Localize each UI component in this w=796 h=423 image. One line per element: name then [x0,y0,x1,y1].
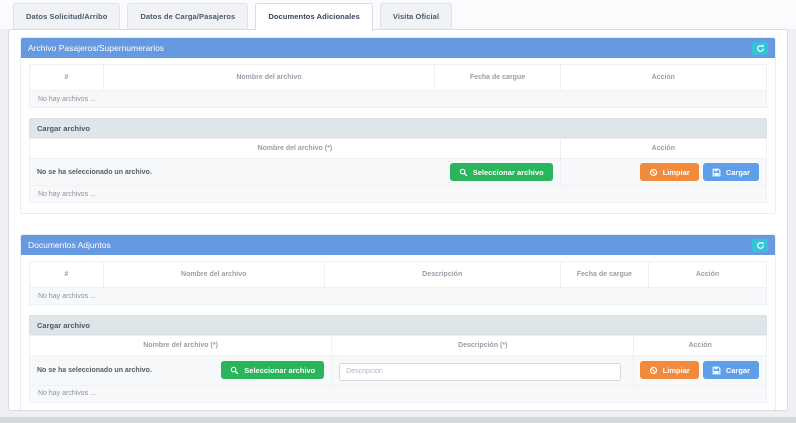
documents-tab-content: Archivo Pasajeros/Supernumerarios # Nomb… [8,29,788,411]
refresh-icon [756,241,765,250]
limpiar-label: Limpiar [663,168,690,177]
seleccionar-archivo-button[interactable]: Seleccionar archivo [221,361,324,379]
limpiar-label: Limpiar [663,366,690,375]
refresh-button[interactable] [752,239,768,252]
bottom-background-strip [0,417,796,423]
col-accion: Acción [634,336,767,356]
cargar-archivo-section-title: Cargar archivo [29,118,767,138]
seleccionar-archivo-label: Seleccionar archivo [473,168,544,177]
tab-visita-oficial[interactable]: Visita Oficial [380,3,452,29]
file-select-cell: No se ha seleccionado un archivo. Selecc… [30,356,332,386]
tab-documentos-adicionales[interactable]: Documentos Adicionales [255,3,373,30]
col-descripcion: Descripción [324,262,560,288]
no-file-selected-text: No se ha seleccionado un archivo. [37,169,152,176]
clear-icon [649,366,658,375]
panel-documentos-adjuntos: Documentos Adjuntos # Nombre del archivo… [20,234,776,411]
empty-row: No hay archivos ... [30,91,767,108]
seleccionar-archivo-label: Seleccionar archivo [244,366,315,375]
cargar-label: Cargar [726,168,750,177]
descripcion-input[interactable] [339,363,620,381]
cargar-button[interactable]: Cargar [703,163,759,181]
empty-message: No hay archivos ... [30,91,767,108]
empty-message: No hay archivos ... [30,385,767,402]
panel-body: # Nombre del archivo Descripción Fecha d… [21,255,775,411]
col-number: # [30,262,104,288]
tab-datos-carga-pasajeros[interactable]: Datos de Carga/Pasajeros [127,3,248,29]
col-accion: Acción [560,65,766,91]
tab-bar: Datos Solicitud/Arribo Datos de Carga/Pa… [0,0,796,29]
refresh-icon [756,44,765,53]
col-nombre-archivo: Nombre del archivo [103,262,324,288]
col-number: # [30,65,104,91]
empty-row: No hay archivos ... [30,288,767,305]
panel-title: Documentos Adjuntos [28,240,111,250]
clear-icon [649,168,658,177]
files-table-header-row: # Nombre del archivo Descripción Fecha d… [30,262,767,288]
col-accion: Acción [560,139,766,159]
description-cell [332,356,634,386]
files-table: # Nombre del archivo Descripción Fecha d… [29,261,767,305]
panel-archivo-pasajeros: Archivo Pasajeros/Supernumerarios # Nomb… [20,37,776,214]
save-icon [712,168,721,177]
empty-message: No hay archivos ... [30,186,767,203]
cargar-label: Cargar [726,366,750,375]
files-table-header-row: # Nombre del archivo Fecha de cargue Acc… [30,65,767,91]
limpiar-button[interactable]: Limpiar [640,361,699,379]
actions-cell: Limpiar Cargar [634,356,767,386]
panel-body: # Nombre del archivo Fecha de cargue Acc… [21,58,775,213]
panel-header: Archivo Pasajeros/Supernumerarios [21,38,775,58]
limpiar-button[interactable]: Limpiar [640,163,699,181]
refresh-button[interactable] [752,42,768,55]
tab-datos-solicitud-arribo[interactable]: Datos Solicitud/Arribo [13,3,120,29]
cargar-button[interactable]: Cargar [703,361,759,379]
upload-header-row: Nombre del archivo (*) Acción [30,139,767,159]
upload-table: Nombre del archivo (*) Acción No se ha s… [29,138,767,203]
no-file-selected-text: No se ha seleccionado un archivo. [37,367,152,374]
file-select-cell: No se ha seleccionado un archivo. Selecc… [30,159,561,186]
cargar-archivo-section-title: Cargar archivo [29,315,767,335]
upload-row: No se ha seleccionado un archivo. Selecc… [30,159,767,186]
save-icon [712,366,721,375]
col-nombre-archivo-required: Nombre del archivo (*) [30,336,332,356]
panel-title: Archivo Pasajeros/Supernumerarios [28,43,164,53]
search-icon [459,168,468,177]
col-nombre-archivo: Nombre del archivo [103,65,435,91]
upload-table: Nombre del archivo (*) Descripción (*) A… [29,335,767,403]
actions-cell: Limpiar Cargar [560,159,766,186]
search-icon [230,366,239,375]
files-table: # Nombre del archivo Fecha de cargue Acc… [29,64,767,108]
panel-header: Documentos Adjuntos [21,235,775,255]
col-descripcion-required: Descripción (*) [332,336,634,356]
seleccionar-archivo-button[interactable]: Seleccionar archivo [450,163,553,181]
col-accion: Acción [649,262,767,288]
empty-row: No hay archivos ... [30,385,767,402]
empty-message: No hay archivos ... [30,288,767,305]
empty-row: No hay archivos ... [30,186,767,203]
upload-row: No se ha seleccionado un archivo. Selecc… [30,356,767,386]
col-fecha-cargue: Fecha de cargue [560,262,648,288]
col-fecha-cargue: Fecha de cargue [435,65,560,91]
col-nombre-archivo-required: Nombre del archivo (*) [30,139,561,159]
upload-header-row: Nombre del archivo (*) Descripción (*) A… [30,336,767,356]
